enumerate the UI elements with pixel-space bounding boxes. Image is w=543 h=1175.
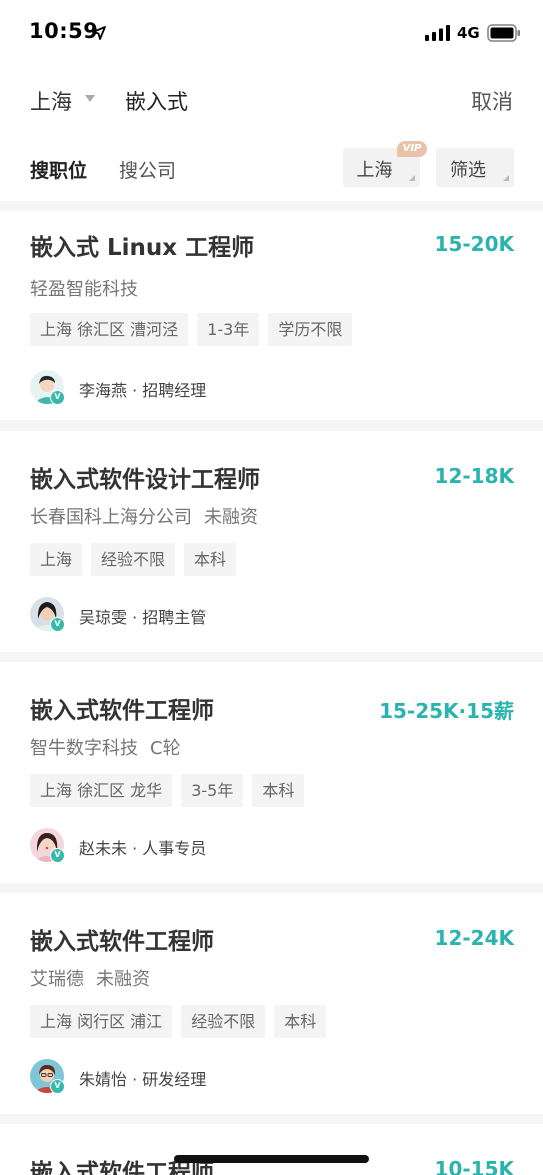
- job-tag: 上海 闵行区 浦江: [30, 1005, 173, 1038]
- company-name: 长春国科上海分公司 未融资: [30, 503, 258, 529]
- job-card[interactable]: 嵌入式软件工程师 10-15K: [0, 1124, 543, 1175]
- city-filter-label: 上海: [356, 160, 393, 181]
- job-title: 嵌入式软件工程师: [30, 929, 214, 955]
- recruiter-name: 李海燕 · 招聘经理: [79, 381, 207, 400]
- job-salary: 12-24K: [434, 926, 514, 950]
- search-input[interactable]: 嵌入式: [125, 86, 188, 116]
- status-time: 10:59: [29, 19, 99, 43]
- job-tags: 上海 经验不限 本科: [30, 543, 237, 576]
- job-title: 嵌入式软件设计工程师: [30, 467, 260, 493]
- job-tag: 上海 徐汇区 漕河泾: [30, 313, 189, 346]
- tab-search-position[interactable]: 搜职位: [30, 156, 87, 183]
- city-selector[interactable]: 上海: [30, 86, 72, 116]
- vip-badge: VIP: [397, 141, 427, 157]
- status-bar: 10:59 4G: [0, 0, 543, 64]
- verified-badge: V: [50, 1079, 65, 1094]
- caret-down-icon[interactable]: [85, 95, 95, 102]
- company-label: 长春国科上海分公司: [30, 507, 192, 528]
- job-salary: 15-20K: [434, 232, 514, 256]
- company-stage: 未融资: [204, 507, 258, 528]
- job-salary: 12-18K: [434, 464, 514, 488]
- job-tag: 1-3年: [197, 313, 260, 346]
- filter-button[interactable]: 筛选: [436, 148, 514, 187]
- verified-badge: V: [50, 390, 65, 405]
- verified-badge: V: [50, 848, 65, 863]
- recruiter-name: 赵未未 · 人事专员: [79, 839, 207, 858]
- job-tag: 本科: [252, 774, 305, 807]
- company-name: 艾瑞德 未融资: [30, 965, 150, 991]
- company-label: 艾瑞德: [30, 969, 84, 990]
- company-name: 轻盈智能科技: [30, 275, 138, 301]
- filter-bar: 搜职位 搜公司 上海 VIP 筛选: [0, 136, 543, 201]
- job-tags: 上海 闵行区 浦江 经验不限 本科: [30, 1005, 327, 1038]
- search-header: 上海 嵌入式 取消: [0, 64, 543, 136]
- filter-label: 筛选: [450, 160, 486, 181]
- battery-icon: [487, 24, 520, 42]
- job-tag: 本科: [274, 1005, 327, 1038]
- signal-icon: [425, 25, 450, 41]
- recruiter-name: 朱婧怡 · 研发经理: [79, 1070, 207, 1089]
- tab-search-company[interactable]: 搜公司: [119, 156, 176, 183]
- company-name: 智牛数字科技 C轮: [30, 734, 181, 760]
- company-label: 轻盈智能科技: [30, 279, 138, 300]
- job-tag: 经验不限: [181, 1005, 266, 1038]
- recruiter-name: 吴琼雯 · 招聘主管: [79, 608, 207, 627]
- job-card[interactable]: 嵌入式软件设计工程师 12-18K 长春国科上海分公司 未融资 上海 经验不限 本…: [0, 431, 543, 652]
- job-tag: 学历不限: [268, 313, 353, 346]
- job-card[interactable]: 嵌入式 Linux 工程师 15-20K 轻盈智能科技 上海 徐汇区 漕河泾 1…: [0, 211, 543, 420]
- job-salary: 10-15K: [434, 1157, 514, 1175]
- job-tag: 3-5年: [181, 774, 244, 807]
- job-title: 嵌入式软件工程师: [30, 698, 214, 724]
- home-indicator[interactable]: [174, 1155, 369, 1163]
- corner-triangle-icon: [409, 175, 415, 181]
- company-label: 智牛数字科技: [30, 738, 138, 759]
- verified-badge: V: [50, 617, 65, 632]
- job-title: 嵌入式 Linux 工程师: [30, 235, 255, 261]
- job-salary: 15-25K·15薪: [379, 699, 514, 723]
- cancel-button[interactable]: 取消: [471, 86, 513, 116]
- company-stage: C轮: [150, 738, 181, 759]
- job-card[interactable]: 嵌入式软件工程师 12-24K 艾瑞德 未融资 上海 闵行区 浦江 经验不限 本科…: [0, 893, 543, 1114]
- network-type: 4G: [457, 24, 480, 42]
- job-card[interactable]: 嵌入式软件工程师 15-25K·15薪 智牛数字科技 C轮 上海 徐汇区 龙华 3…: [0, 662, 543, 883]
- company-stage: 未融资: [96, 969, 150, 990]
- corner-triangle-icon: [503, 175, 509, 181]
- job-tag: 上海: [30, 543, 83, 576]
- job-tag: 经验不限: [91, 543, 176, 576]
- job-tag: 本科: [184, 543, 237, 576]
- location-arrow-icon: [92, 26, 106, 40]
- job-tag: 上海 徐汇区 龙华: [30, 774, 173, 807]
- job-tags: 上海 徐汇区 漕河泾 1-3年 学历不限: [30, 313, 353, 346]
- job-tags: 上海 徐汇区 龙华 3-5年 本科: [30, 774, 305, 807]
